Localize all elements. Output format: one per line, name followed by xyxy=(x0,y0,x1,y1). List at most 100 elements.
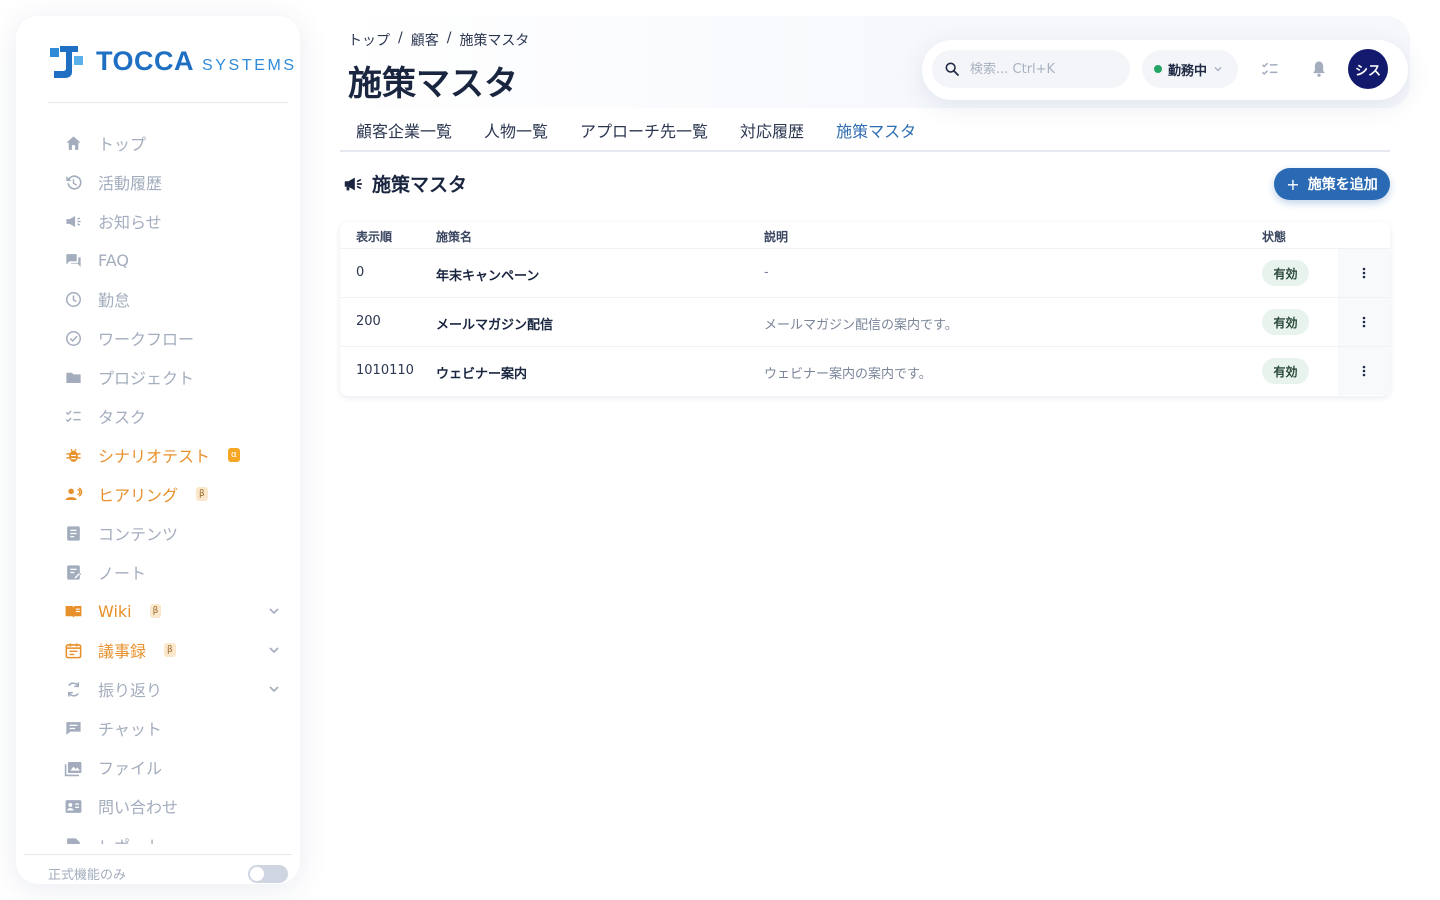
calendar-icon xyxy=(62,639,84,661)
sidebar-item[interactable]: トップ xyxy=(62,128,282,158)
sidebar-item-label: タスク xyxy=(98,408,147,427)
sidebar-item-label: 振り返り xyxy=(98,681,163,700)
search-icon xyxy=(945,62,959,76)
megaphone-icon xyxy=(344,177,363,190)
breadcrumb-top[interactable]: トップ xyxy=(348,30,390,50)
order-cell: 1010110 xyxy=(356,363,414,378)
stage-badge: β xyxy=(196,487,208,501)
check-circle-icon xyxy=(62,327,84,349)
row-menu-button[interactable] xyxy=(1338,298,1390,346)
official-only-toggle[interactable] xyxy=(248,864,288,883)
note-icon xyxy=(62,561,84,583)
avatar[interactable]: シス xyxy=(1348,49,1388,89)
sidebar-item-label: Wiki xyxy=(98,601,132,621)
sidebar-item[interactable]: 勤怠 xyxy=(62,284,282,314)
sidebar-item[interactable]: 活動履歴 xyxy=(62,167,282,197)
section-header: 施策マスタ xyxy=(342,170,467,197)
sidebar-item-label: チャット xyxy=(98,720,162,739)
checklist-icon xyxy=(62,405,84,427)
sidebar-item-label: FAQ xyxy=(98,250,129,270)
order-cell: 200 xyxy=(356,314,381,329)
sidebar-item[interactable]: ノート xyxy=(62,557,282,587)
description-cell: メールマガジン配信の案内です。 xyxy=(764,318,958,333)
add-campaign-button[interactable]: + 施策を追加 xyxy=(1274,168,1390,200)
sidebar-item[interactable]: お知らせ xyxy=(62,206,282,236)
tab-people[interactable]: 人物一覧 xyxy=(468,112,564,150)
logo[interactable]: TOCCA SYSTEMS xyxy=(48,42,297,80)
row-menu-button[interactable] xyxy=(1338,249,1390,297)
stage-badge: α xyxy=(228,448,240,462)
name-cell: メールマガジン配信 xyxy=(436,318,554,333)
sidebar-item-label: トップ xyxy=(98,135,147,154)
chevron-down-icon[interactable] xyxy=(266,642,282,658)
sidebar-item[interactable]: Wiki β xyxy=(62,596,282,626)
bell-icon[interactable] xyxy=(1309,59,1329,79)
divider xyxy=(24,854,292,855)
breadcrumb-separator: / xyxy=(446,30,452,46)
status-label: 勤務中 xyxy=(1168,63,1208,79)
toggle-knob xyxy=(250,866,264,881)
tab-campaign-master[interactable]: 施策マスタ xyxy=(820,112,932,150)
sidebar: TOCCA SYSTEMS トップ活動履歴お知らせ FAQ 勤怠ワークフロープロジェ… xyxy=(16,16,300,884)
row-menu-button[interactable] xyxy=(1338,347,1390,395)
tab-customer-companies[interactable]: 顧客企業一覧 xyxy=(340,112,468,150)
sidebar-item-label: レポート xyxy=(98,833,162,844)
chevron-down-icon xyxy=(1214,67,1222,72)
column-header-order[interactable]: 表示順 xyxy=(356,228,392,245)
attendance-status-button[interactable]: 勤務中 xyxy=(1142,50,1238,88)
sidebar-item-label: ノート xyxy=(98,564,147,583)
sidebar-item-label: 活動履歴 xyxy=(98,174,163,193)
sidebar-item[interactable]: 問い合わせ xyxy=(62,791,282,821)
table-row[interactable]: 1010110 ウェビナー案内 ウェビナー案内の案内です。 有効 xyxy=(340,346,1390,395)
stage-badge: β xyxy=(149,604,162,618)
sidebar-item[interactable]: 議事録 β xyxy=(62,635,282,665)
more-vertical-icon xyxy=(1362,365,1366,377)
breadcrumb-customer[interactable]: 顧客 xyxy=(411,30,439,50)
tab-approach-targets[interactable]: アプローチ先一覧 xyxy=(564,112,724,150)
refresh-icon xyxy=(62,678,84,700)
top-bar: 勤務中 シス xyxy=(922,40,1408,100)
chevron-down-icon[interactable] xyxy=(266,603,282,619)
more-vertical-icon xyxy=(1362,316,1366,328)
plus-icon: + xyxy=(1286,174,1300,194)
sidebar-item-label: プロジェクト xyxy=(98,369,195,388)
sidebar-item[interactable]: コンテンツ xyxy=(62,518,282,548)
book-icon xyxy=(62,600,84,622)
sidebar-item[interactable]: ワークフロー xyxy=(62,323,282,353)
people-icon xyxy=(62,483,84,505)
sidebar-item[interactable]: FAQ xyxy=(62,245,282,275)
sidebar-item[interactable]: レポート xyxy=(62,830,282,844)
description-cell: - xyxy=(764,265,769,280)
search-box[interactable] xyxy=(932,50,1130,88)
sidebar-nav: トップ活動履歴お知らせ FAQ 勤怠ワークフロープロジェクト タスクシナリオテスト α ヒ… xyxy=(16,122,300,844)
history-icon xyxy=(62,171,84,193)
sidebar-item[interactable]: チャット xyxy=(62,713,282,743)
column-header-description[interactable]: 説明 xyxy=(764,228,788,245)
name-cell: ウェビナー案内 xyxy=(436,367,528,382)
chevron-down-icon[interactable] xyxy=(266,681,282,697)
table-row[interactable]: 200 メールマガジン配信 メールマガジン配信の案内です。 有効 xyxy=(340,297,1390,346)
column-header-status[interactable]: 状態 xyxy=(1262,228,1286,245)
sidebar-item[interactable]: ヒアリング β xyxy=(62,479,282,509)
checklist-icon[interactable] xyxy=(1260,59,1280,79)
search-input[interactable] xyxy=(970,61,1120,77)
bug-icon xyxy=(62,444,84,466)
sidebar-item[interactable]: ファイル xyxy=(62,752,282,782)
home-icon xyxy=(62,132,84,154)
sidebar-item[interactable]: 振り返り xyxy=(62,674,282,704)
sidebar-item[interactable]: タスク xyxy=(62,401,282,431)
sidebar-item-label: お知らせ xyxy=(98,213,162,232)
name-cell: 年末キャンペーン xyxy=(436,269,540,284)
sidebar-footer: 正式機能のみ xyxy=(48,864,288,883)
column-header-name[interactable]: 施策名 xyxy=(436,228,472,245)
breadcrumb-separator: / xyxy=(398,30,403,46)
sidebar-item-label: ファイル xyxy=(98,759,163,778)
table-row[interactable]: 0 年末キャンペーン - 有効 xyxy=(340,248,1390,297)
sidebar-item[interactable]: シナリオテスト α xyxy=(62,440,282,470)
sidebar-item[interactable]: プロジェクト xyxy=(62,362,282,392)
sidebar-item-label: ヒアリング xyxy=(98,486,179,505)
sidebar-item-label: 問い合わせ xyxy=(98,798,179,817)
tab-response-history[interactable]: 対応履歴 xyxy=(724,112,820,150)
sidebar-item-label: コンテンツ xyxy=(98,525,179,544)
campaign-table: 表示順 施策名 説明 状態 0 年末キャンペーン - 有効 200 メールマガジン配信 メー… xyxy=(340,222,1390,396)
